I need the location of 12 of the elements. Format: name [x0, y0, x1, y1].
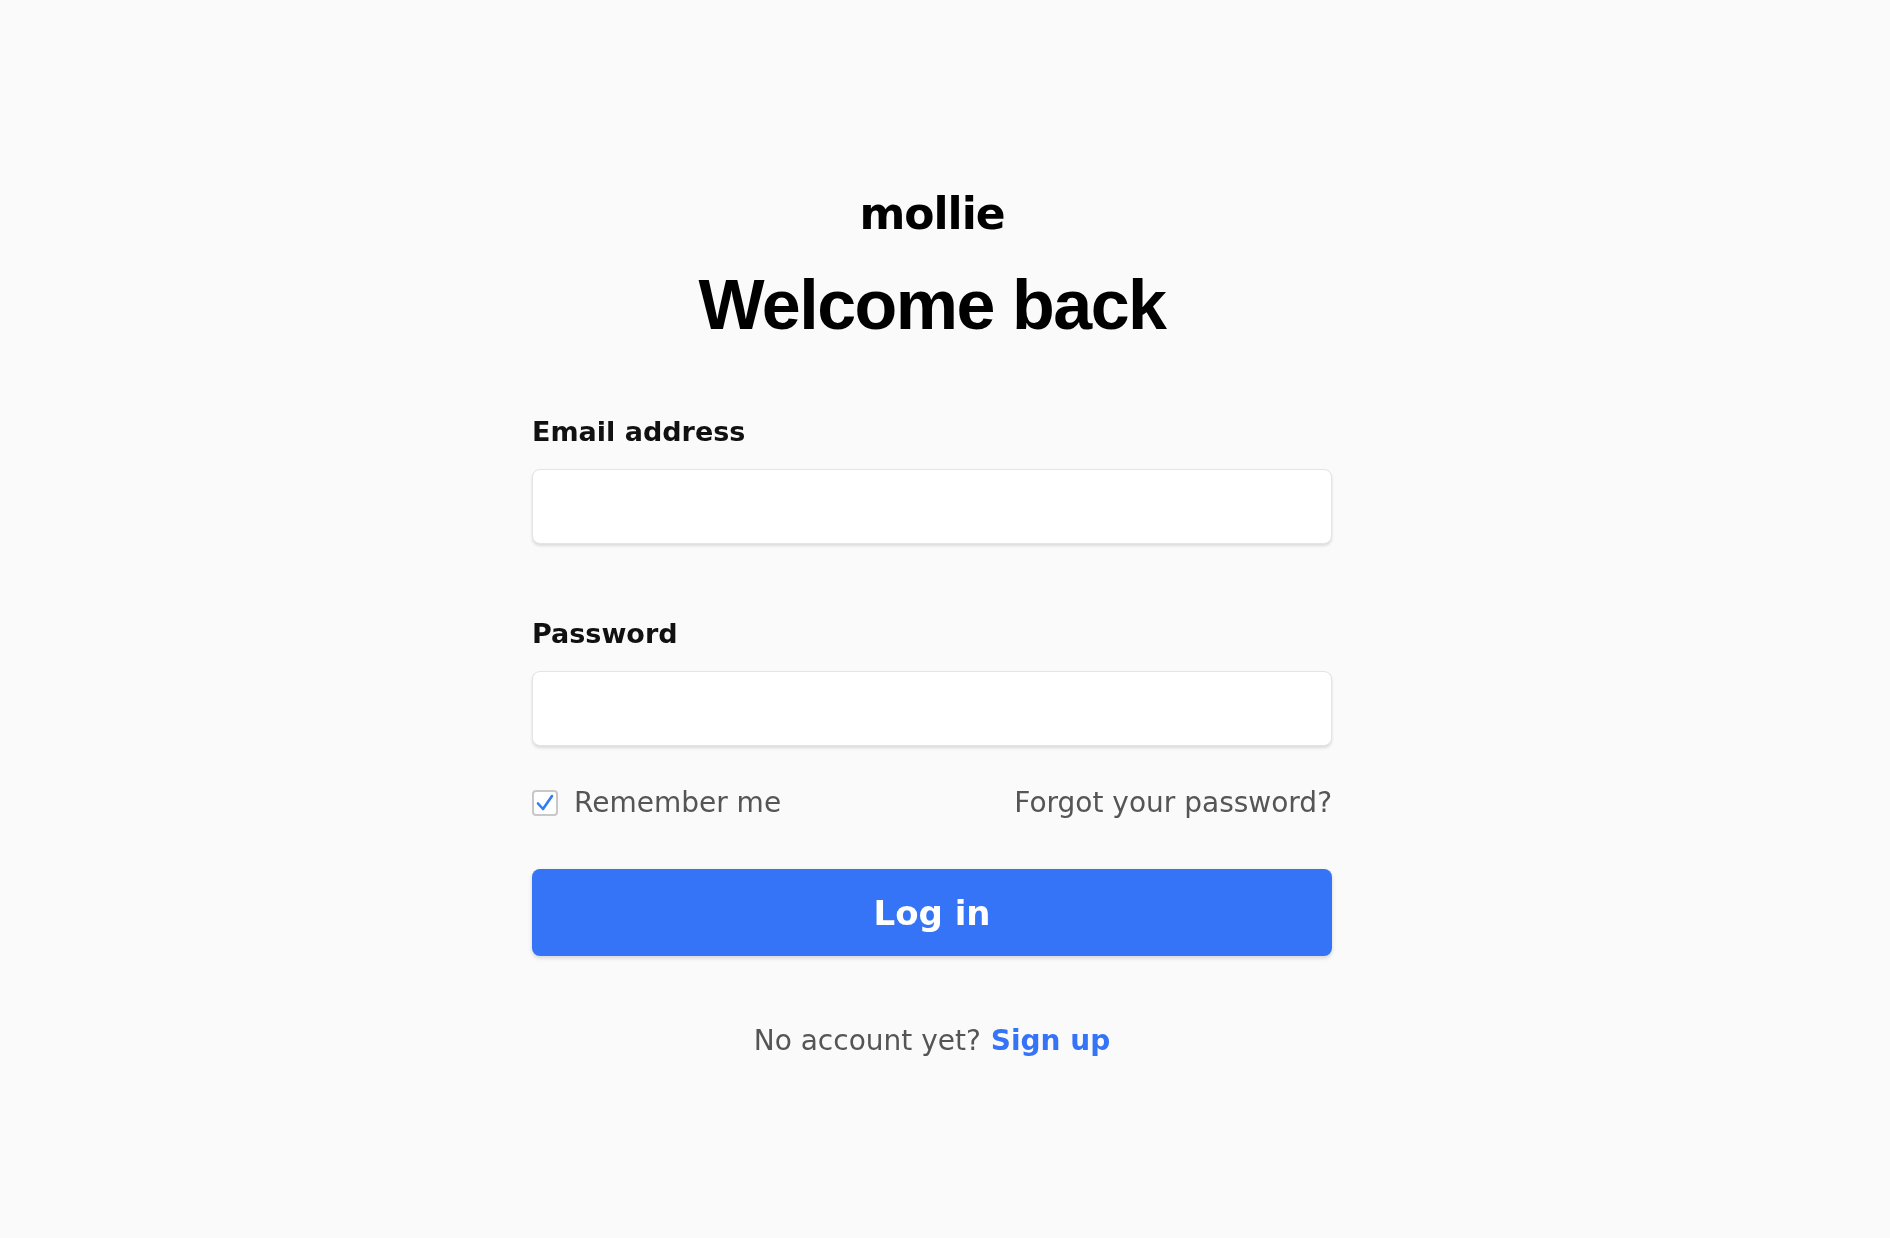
forgot-password-link[interactable]: Forgot your password?: [1014, 786, 1332, 819]
logo: mollie: [859, 192, 1005, 236]
page-title: Welcome back: [698, 270, 1166, 340]
input-field[interactable]: [532, 469, 1332, 544]
signup-link[interactable]: Sign up: [990, 1024, 1111, 1057]
input-field[interactable]: [532, 671, 1332, 746]
login-button[interactable]: Log in: [532, 869, 1332, 956]
field-label: Password: [532, 618, 678, 649]
field-label: Email address: [532, 416, 746, 447]
checkbox[interactable]: [532, 789, 558, 816]
checkbox-label: Remember me: [574, 786, 782, 819]
signup-prompt: No account yet?: [753, 1024, 981, 1057]
